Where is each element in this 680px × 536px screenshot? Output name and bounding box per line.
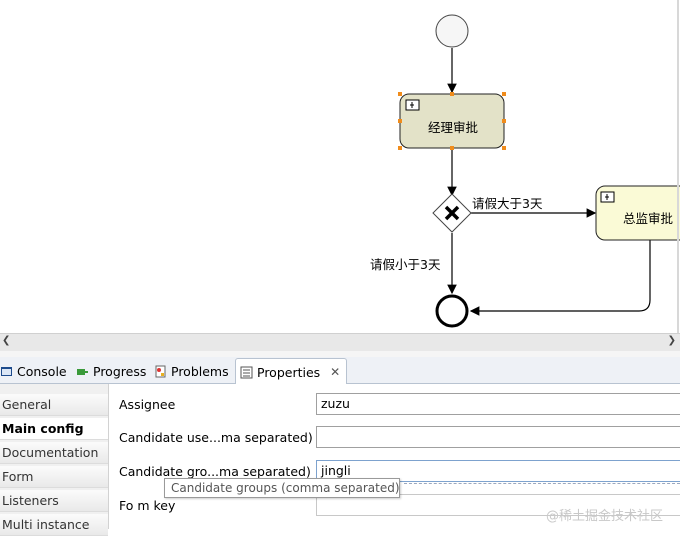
bpmn-diagram[interactable]: [0, 0, 680, 333]
end-event: [435, 294, 469, 328]
task-label-director: 总监审批: [623, 211, 674, 226]
candidate-groups-label: Candidate gro...ma separated): [119, 464, 311, 479]
flow-label-lt3: 请假小于3天: [370, 257, 441, 272]
focus-dashed-line: [404, 483, 680, 484]
nav-item-multi-instance[interactable]: Multi instance: [0, 514, 108, 536]
scroll-right-icon[interactable]: ❯: [668, 335, 676, 346]
flow-label-gt3: 请假大于3天: [472, 196, 543, 211]
console-icon: [0, 365, 13, 378]
tab-problems-label: Problems: [171, 363, 229, 379]
nav-item-documentation[interactable]: Documentation: [0, 442, 108, 464]
close-icon[interactable]: ✕: [330, 365, 340, 379]
view-tab-bar: Console Progress Problems Properties ✕: [0, 357, 680, 385]
nav-item-main-config[interactable]: Main config: [0, 418, 108, 440]
scroll-left-icon[interactable]: ❮: [2, 335, 10, 346]
form-key-label: Fo m key: [119, 498, 176, 513]
problems-icon: [154, 365, 167, 378]
tab-progress[interactable]: Progress: [76, 359, 146, 383]
watermark: @稀土掘金技术社区: [546, 509, 664, 524]
bpmn-canvas[interactable]: 经理审批 总监审批 请假大于3天 请假小于3天: [0, 0, 680, 333]
candidate-users-label: Candidate use...ma separated): [119, 430, 313, 445]
start-event: [435, 14, 469, 48]
candidate-users-field[interactable]: [316, 426, 680, 448]
properties-section-nav: General Main config Documentation Form L…: [0, 384, 109, 536]
horizontal-scrollbar[interactable]: ❮ ❯: [0, 333, 680, 351]
assignee-label: Assignee: [119, 397, 176, 412]
nav-item-form[interactable]: Form: [0, 466, 108, 488]
nav-item-listeners[interactable]: Listeners: [0, 490, 108, 512]
tab-progress-label: Progress: [93, 363, 147, 379]
tab-console[interactable]: Console: [0, 359, 67, 383]
tab-console-label: Console: [17, 363, 67, 379]
tooltip: Candidate groups (comma separated): [164, 478, 400, 498]
tab-properties-label: Properties: [257, 364, 321, 380]
tab-properties[interactable]: Properties ✕: [235, 358, 348, 385]
nav-item-general[interactable]: General: [0, 394, 108, 416]
assignee-field[interactable]: zuzu: [316, 393, 680, 415]
task-label-manager: 经理审批: [428, 120, 479, 135]
flow-director-to-end: [469, 240, 651, 316]
progress-icon: [76, 365, 89, 378]
tab-problems[interactable]: Problems: [154, 359, 229, 383]
properties-icon: [240, 366, 253, 379]
